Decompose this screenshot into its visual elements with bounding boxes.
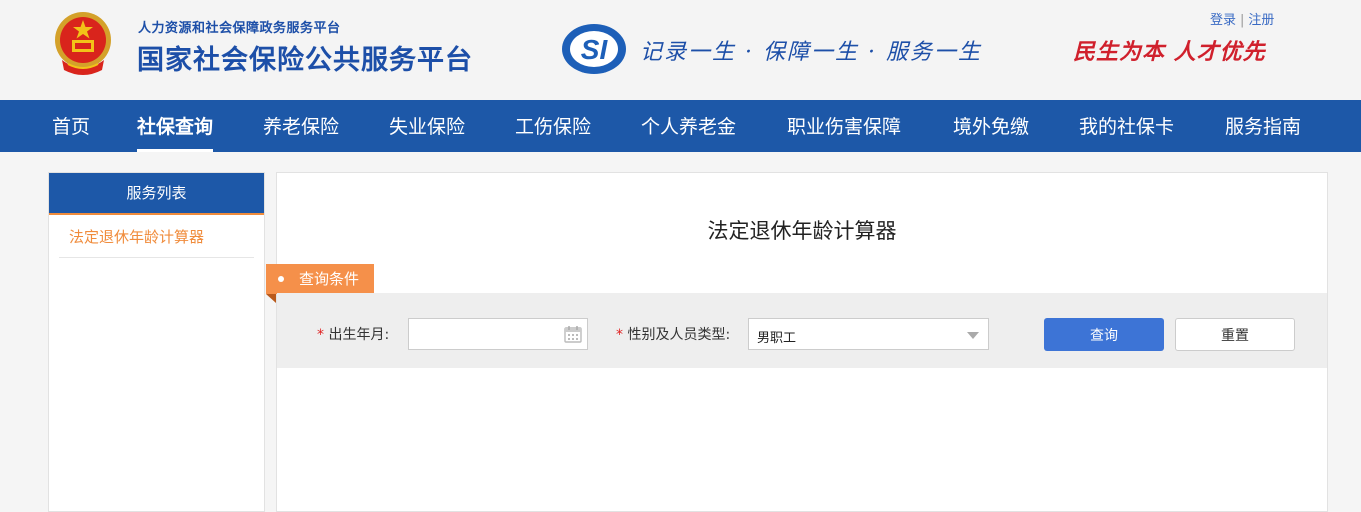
- birth-date-input[interactable]: [408, 318, 588, 350]
- chevron-down-icon: [967, 332, 979, 339]
- nav-item-social-security-query[interactable]: 社保查询: [137, 100, 214, 152]
- query-button[interactable]: 查询: [1044, 318, 1164, 351]
- gender-type-label: * 性别及人员类型:: [616, 324, 730, 344]
- gender-type-select[interactable]: 男职工: [748, 318, 989, 350]
- nav-item-occupational-injury[interactable]: 职业伤害保障: [787, 100, 901, 152]
- gender-type-selected-value: 男职工: [757, 331, 797, 346]
- reset-button[interactable]: 重置: [1175, 318, 1295, 351]
- login-link[interactable]: 登录: [1210, 13, 1236, 28]
- auth-links: 登录 | 注册: [1210, 9, 1274, 28]
- nav-item-home[interactable]: 首页: [52, 100, 90, 152]
- nav-item-my-social-security-card[interactable]: 我的社保卡: [1079, 100, 1174, 152]
- national-emblem-icon: [55, 12, 111, 75]
- main-nav: 首页 社保查询 养老保险 失业保险 工伤保险 个人养老金 职业伤害保障 境外免缴…: [0, 100, 1361, 152]
- query-condition-label: 查询条件: [299, 270, 360, 288]
- site-title: 国家社会保险公共服务平台: [137, 45, 473, 76]
- nav-item-injury-insurance[interactable]: 工伤保险: [515, 100, 591, 152]
- sidebar-heading: 服务列表: [49, 173, 264, 215]
- svg-text:SI: SI: [581, 34, 609, 65]
- required-mark: *: [616, 327, 623, 343]
- birth-date-label-text: 出生年月:: [328, 327, 390, 343]
- birth-date-label: * 出生年月:: [317, 324, 389, 344]
- nav-item-pension-insurance[interactable]: 养老保险: [263, 100, 339, 152]
- nav-item-overseas-exemption[interactable]: 境外免缴: [953, 100, 1029, 152]
- query-condition-tag: 查询条件: [266, 264, 374, 303]
- sidebar-item-retirement-calculator[interactable]: 法定退休年龄计算器: [59, 215, 254, 258]
- service-sidebar: 服务列表 法定退休年龄计算器: [48, 172, 265, 512]
- auth-separator: |: [1240, 13, 1245, 28]
- nav-item-service-guide[interactable]: 服务指南: [1225, 100, 1301, 152]
- gender-type-label-text: 性别及人员类型:: [627, 327, 731, 343]
- required-mark: *: [317, 327, 324, 343]
- platform-subtitle: 人力资源和社会保障政务服务平台: [138, 21, 341, 36]
- slogan-text: 记录一生 · 保障一生 · 服务一生: [640, 40, 982, 65]
- query-form: * 出生年月: * 性别及人员类型: 男职工 查询 重置: [277, 293, 1327, 368]
- nav-item-personal-pension[interactable]: 个人养老金: [641, 100, 736, 152]
- register-link[interactable]: 注册: [1248, 13, 1274, 28]
- motto-text: 民生为本 人才优先: [1073, 39, 1266, 65]
- page-title: 法定退休年龄计算器: [707, 219, 897, 243]
- site-header: 人力资源和社会保障政务服务平台 国家社会保险公共服务平台 SI 记录一生 · 保…: [0, 0, 1361, 100]
- main-panel: 法定退休年龄计算器 查询条件 * 出生年月: * 性别及人员类型: 男职工 查询…: [266, 172, 1328, 512]
- si-logo-icon: SI: [562, 24, 626, 74]
- nav-item-unemployment-insurance[interactable]: 失业保险: [389, 100, 465, 152]
- calendar-icon[interactable]: [564, 325, 582, 343]
- bullet-dot-icon: [278, 276, 284, 282]
